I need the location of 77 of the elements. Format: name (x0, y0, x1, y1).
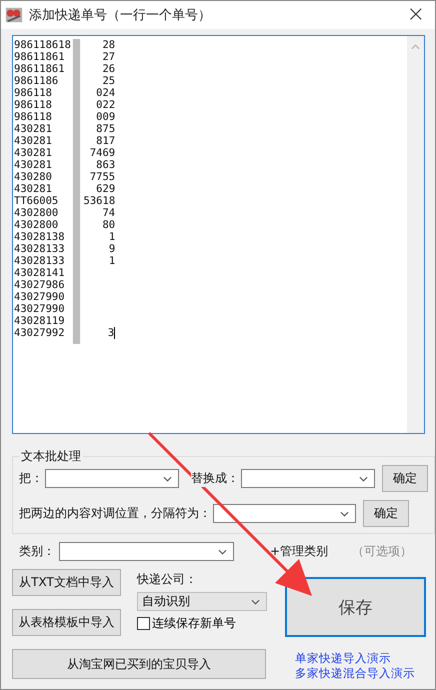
number-fragment: 43028141 (14, 267, 65, 279)
number-fragment: 25 (102, 75, 116, 87)
number-fragment: TT66005 (14, 195, 58, 207)
number-fragment: 986118 (14, 87, 52, 99)
category-dropdown[interactable] (59, 542, 234, 561)
number-fragment: 43027992 (14, 327, 65, 339)
number-fragment: 863 (96, 159, 116, 171)
chevron-down-icon (359, 476, 368, 482)
checkbox-label: 连续保存新单号 (152, 615, 236, 632)
checkbox[interactable] (137, 617, 150, 630)
replace-from-dropdown[interactable] (45, 469, 179, 488)
chevron-down-icon (251, 599, 260, 605)
number-fragment: 43028138 (14, 231, 65, 243)
number-fragment: 629 (96, 183, 116, 195)
number-fragment: 430281 (14, 147, 52, 159)
courier-dropdown[interactable]: 自动识别 (137, 592, 267, 611)
number-fragment: 27 (102, 51, 116, 63)
chevron-down-icon (218, 549, 227, 555)
demo-link[interactable]: 单家快递导入演示 (295, 651, 426, 666)
number-fragment: 4302800 (14, 207, 58, 219)
number-fragment: 80 (102, 219, 116, 231)
number-fragment: 98611861 (14, 51, 65, 63)
number-fragment: 53618 (84, 195, 116, 207)
number-fragment: 43027986 (14, 279, 65, 291)
number-fragment: 1 (108, 231, 116, 243)
close-button[interactable]: × (400, 5, 431, 25)
taobao-import-button[interactable]: 从淘宝网已买到的宝贝导入 (12, 649, 266, 679)
group-title: 文本批处理 (20, 448, 82, 465)
text-area[interactable] (12, 35, 425, 434)
number-fragment: 43028119 (14, 315, 65, 327)
number-fragment: 1 (108, 255, 116, 267)
number-fragment: 43027990 (14, 291, 65, 303)
number-fragment: 28 (102, 39, 116, 51)
save-button[interactable]: 保存 (285, 577, 426, 637)
number-fragment: 009 (96, 111, 116, 123)
manage-category-link[interactable]: +管理类别 (270, 543, 328, 560)
optional-hint: （可选项） (352, 543, 412, 560)
chevron-down-icon (340, 511, 349, 517)
number-fragment: 430281 (14, 159, 52, 171)
number-fragment: 022 (96, 99, 116, 111)
number-fragment: 430280 (14, 171, 52, 183)
field-label: 把： (19, 470, 43, 487)
number-fragment: 4302800 (14, 219, 58, 231)
number-fragment: 986118 (14, 99, 52, 111)
number-fragment: 024 (96, 87, 116, 99)
confirm-button[interactable]: 确定 (363, 500, 409, 527)
number-fragment: 43028133 (14, 243, 65, 255)
number-fragment: 26 (102, 63, 116, 75)
demo-link[interactable]: 多家快递混合导入演示 (295, 666, 426, 681)
window-title: 添加快递单号（一行一个单号） (29, 7, 212, 24)
number-fragment: 875 (96, 123, 116, 135)
import-button[interactable]: 从TXT文档中导入 (12, 569, 121, 596)
replace-to-dropdown[interactable] (241, 469, 375, 488)
chevron-down-icon (163, 476, 172, 482)
number-fragment: 9 (108, 243, 116, 255)
number-fragment: 986118 (14, 111, 52, 123)
number-fragment: 43028133 (14, 255, 65, 267)
number-fragment: 986118618 (14, 39, 71, 51)
number-fragment: 43027990 (14, 303, 65, 315)
field-label: 把两边的内容对调位置，分隔符为： (19, 505, 211, 522)
separator-dropdown[interactable] (213, 504, 356, 523)
number-fragment: 7755 (90, 171, 116, 183)
number-fragment: 817 (96, 135, 116, 147)
text-cursor (114, 327, 116, 339)
app-icon (5, 6, 23, 24)
field-label: 类别： (19, 543, 55, 560)
field-label: 快递公司： (137, 571, 198, 588)
number-fragment: 74 (102, 207, 116, 219)
number-fragment: 3 (108, 327, 114, 339)
number-fragment: 9861186 (14, 75, 58, 87)
number-fragment: 430281 (14, 123, 52, 135)
confirm-button[interactable]: 确定 (382, 465, 428, 492)
number-fragment: 98611861 (14, 63, 65, 75)
number-fragment: 7469 (90, 147, 116, 159)
number-fragment: 430281 (14, 135, 52, 147)
import-button[interactable]: 从表格模板中导入 (12, 609, 121, 636)
number-fragment: 430281 (14, 183, 52, 195)
